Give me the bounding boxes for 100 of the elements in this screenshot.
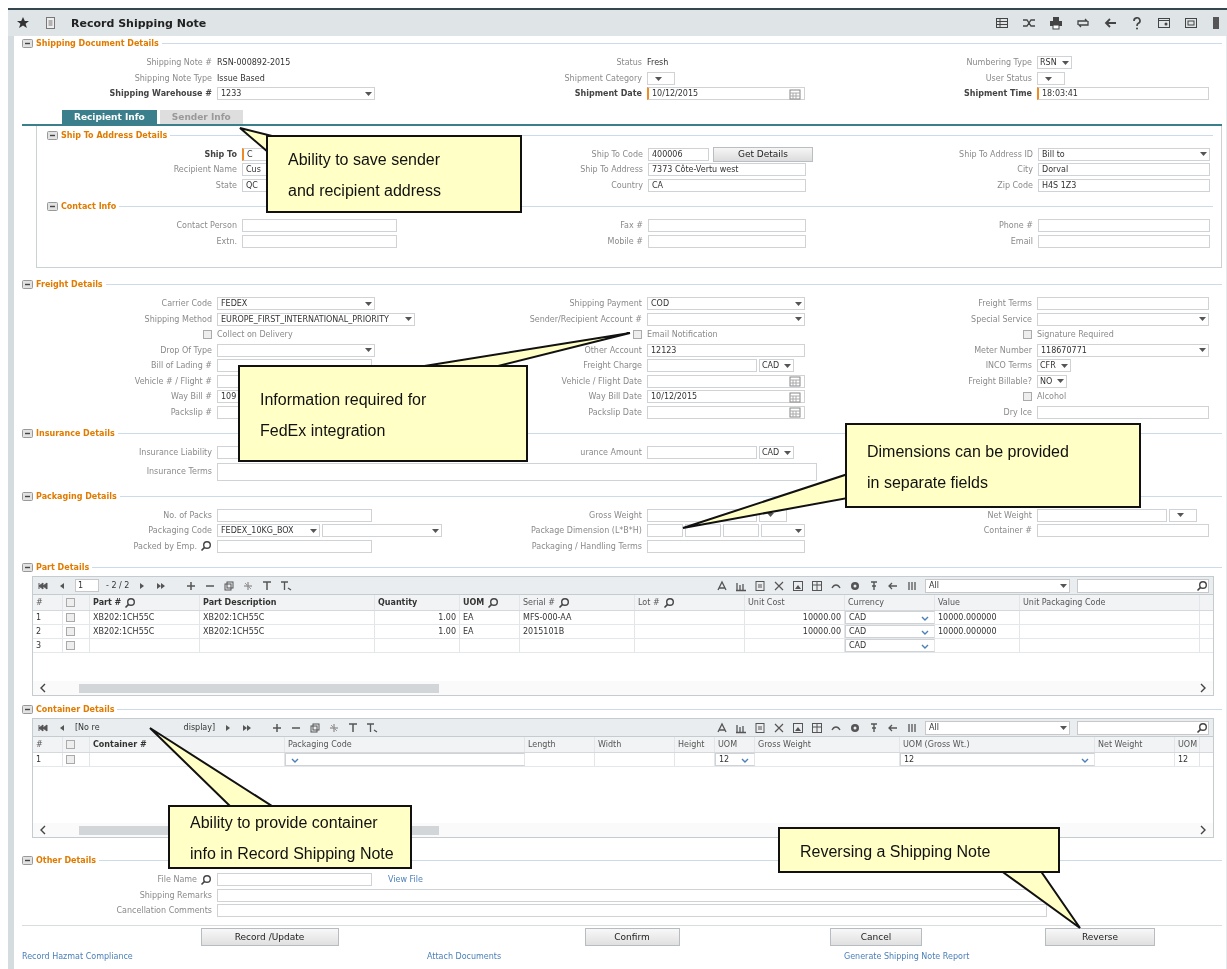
column-header[interactable]: Value [938, 598, 960, 607]
text-field[interactable] [648, 219, 806, 233]
filter-dropdown[interactable]: All [925, 720, 1070, 735]
text-field[interactable] [647, 524, 683, 538]
column-header[interactable]: Quantity [378, 598, 418, 607]
collapse-icon[interactable] [22, 429, 33, 438]
text-field[interactable] [1037, 508, 1167, 522]
dropdown-field[interactable]: CFR [1037, 359, 1071, 373]
dropdown-field[interactable]: CAD [759, 446, 795, 460]
page-field[interactable]: 1 [75, 579, 99, 592]
filter-dropdown[interactable]: All [925, 578, 1070, 593]
text-field[interactable] [723, 524, 759, 538]
column-header[interactable]: Currency [848, 598, 885, 607]
view-file-link[interactable]: View File [388, 875, 423, 885]
column-header[interactable]: Width [598, 740, 622, 749]
collapse-icon[interactable] [47, 202, 58, 211]
dropdown-field[interactable] [647, 72, 675, 85]
add-icon[interactable] [271, 721, 284, 734]
row-checkbox[interactable] [66, 613, 75, 622]
clear-filter-icon[interactable] [280, 579, 293, 592]
get-details-button[interactable]: Get Details [713, 146, 813, 162]
column-header[interactable]: Height [678, 740, 705, 749]
text-field[interactable]: 7373 Côte-Vertu west [648, 163, 806, 177]
text-field[interactable] [647, 539, 805, 553]
column-header[interactable]: Length [528, 740, 556, 749]
text-field[interactable] [217, 873, 372, 887]
text-field[interactable] [217, 904, 1047, 918]
date-field[interactable] [647, 374, 805, 388]
collapse-icon[interactable] [22, 856, 33, 865]
checkbox[interactable] [633, 330, 642, 340]
dropdown-field[interactable]: RSN [1037, 56, 1072, 70]
text-field[interactable]: 12123 [647, 343, 805, 357]
dropdown-field[interactable]: Bill to [1038, 147, 1210, 161]
column-header[interactable]: UOM [463, 598, 485, 607]
restore-window-icon[interactable] [1184, 16, 1198, 30]
row-checkbox[interactable] [66, 641, 75, 650]
text-field[interactable] [242, 219, 397, 233]
gear-icon[interactable] [849, 579, 861, 592]
first-page-icon[interactable] [37, 579, 49, 592]
date-field[interactable]: 10/12/2015 [647, 87, 805, 101]
text-field[interactable] [647, 359, 757, 373]
text-field[interactable]: Dorval [1038, 163, 1210, 177]
grid-view-icon[interactable] [995, 16, 1009, 30]
date-field[interactable] [647, 405, 805, 419]
collapse-icon[interactable] [47, 130, 58, 140]
footer-link[interactable]: Record Hazmat Compliance [22, 951, 427, 961]
dropdown-field[interactable] [1037, 312, 1209, 326]
column-header[interactable]: Net Weight [1098, 740, 1143, 749]
column-header[interactable]: Part # [93, 598, 122, 607]
dropdown-field[interactable] [761, 524, 805, 538]
text-field[interactable]: H4S 1Z3 [1038, 178, 1210, 192]
select-all-checkbox[interactable] [66, 740, 75, 749]
text-field[interactable] [1037, 405, 1209, 419]
copy-icon[interactable] [223, 579, 236, 592]
dropdown-field[interactable]: FEDEX [217, 297, 375, 311]
table-icon[interactable] [811, 579, 823, 592]
text-field[interactable] [242, 234, 397, 248]
text-field[interactable] [1038, 219, 1210, 233]
image-icon[interactable] [792, 579, 804, 592]
action-button[interactable]: Cancel [830, 927, 922, 946]
text-field[interactable] [217, 539, 372, 553]
document-icon[interactable] [44, 16, 57, 30]
columns-icon[interactable] [906, 721, 918, 734]
pdf-icon[interactable] [716, 579, 728, 592]
dropdown-field[interactable] [321, 524, 442, 538]
collapse-icon[interactable] [22, 39, 33, 48]
collapse-icon[interactable] [22, 705, 33, 714]
row-checkbox[interactable] [66, 755, 75, 764]
document-icon[interactable] [754, 579, 766, 592]
star-icon[interactable] [16, 16, 30, 30]
text-field[interactable] [217, 508, 372, 522]
filter-icon[interactable] [347, 721, 360, 734]
column-header[interactable]: UOM [718, 740, 738, 749]
repeat-icon[interactable] [1076, 16, 1090, 30]
checkbox[interactable] [1023, 392, 1032, 402]
text-field[interactable] [648, 234, 806, 248]
gear-icon[interactable] [849, 721, 861, 734]
column-header[interactable]: Packaging Code [288, 740, 352, 749]
grid-search-field[interactable] [1077, 578, 1209, 593]
image-icon[interactable] [792, 721, 804, 734]
text-field[interactable] [1037, 297, 1209, 311]
column-header[interactable]: UOM (Gross Wt.) [903, 740, 970, 749]
date-field[interactable]: 10/12/2015 [647, 390, 805, 404]
dropdown-field[interactable] [647, 312, 805, 326]
shuffle-icon[interactable] [1022, 16, 1036, 30]
add-icon[interactable] [185, 579, 198, 592]
column-header[interactable]: # [36, 740, 43, 749]
dropdown-field[interactable] [217, 343, 375, 357]
window-icon[interactable] [1157, 16, 1171, 30]
dropdown-field[interactable]: 1233 [217, 87, 375, 101]
panel-icon[interactable] [1211, 16, 1219, 30]
dropdown-field[interactable]: EUROPE_FIRST_INTERNATIONAL_PRIORITY [217, 312, 415, 326]
columns-icon[interactable] [906, 579, 918, 592]
text-field[interactable]: CA [648, 178, 806, 192]
printer-icon[interactable] [1049, 16, 1063, 30]
back-arrow-icon[interactable] [1103, 16, 1117, 30]
cross-icon[interactable] [773, 579, 785, 592]
cross-icon[interactable] [773, 721, 785, 734]
grid-search-field[interactable] [1077, 720, 1209, 735]
collapse-icon[interactable] [22, 563, 33, 572]
